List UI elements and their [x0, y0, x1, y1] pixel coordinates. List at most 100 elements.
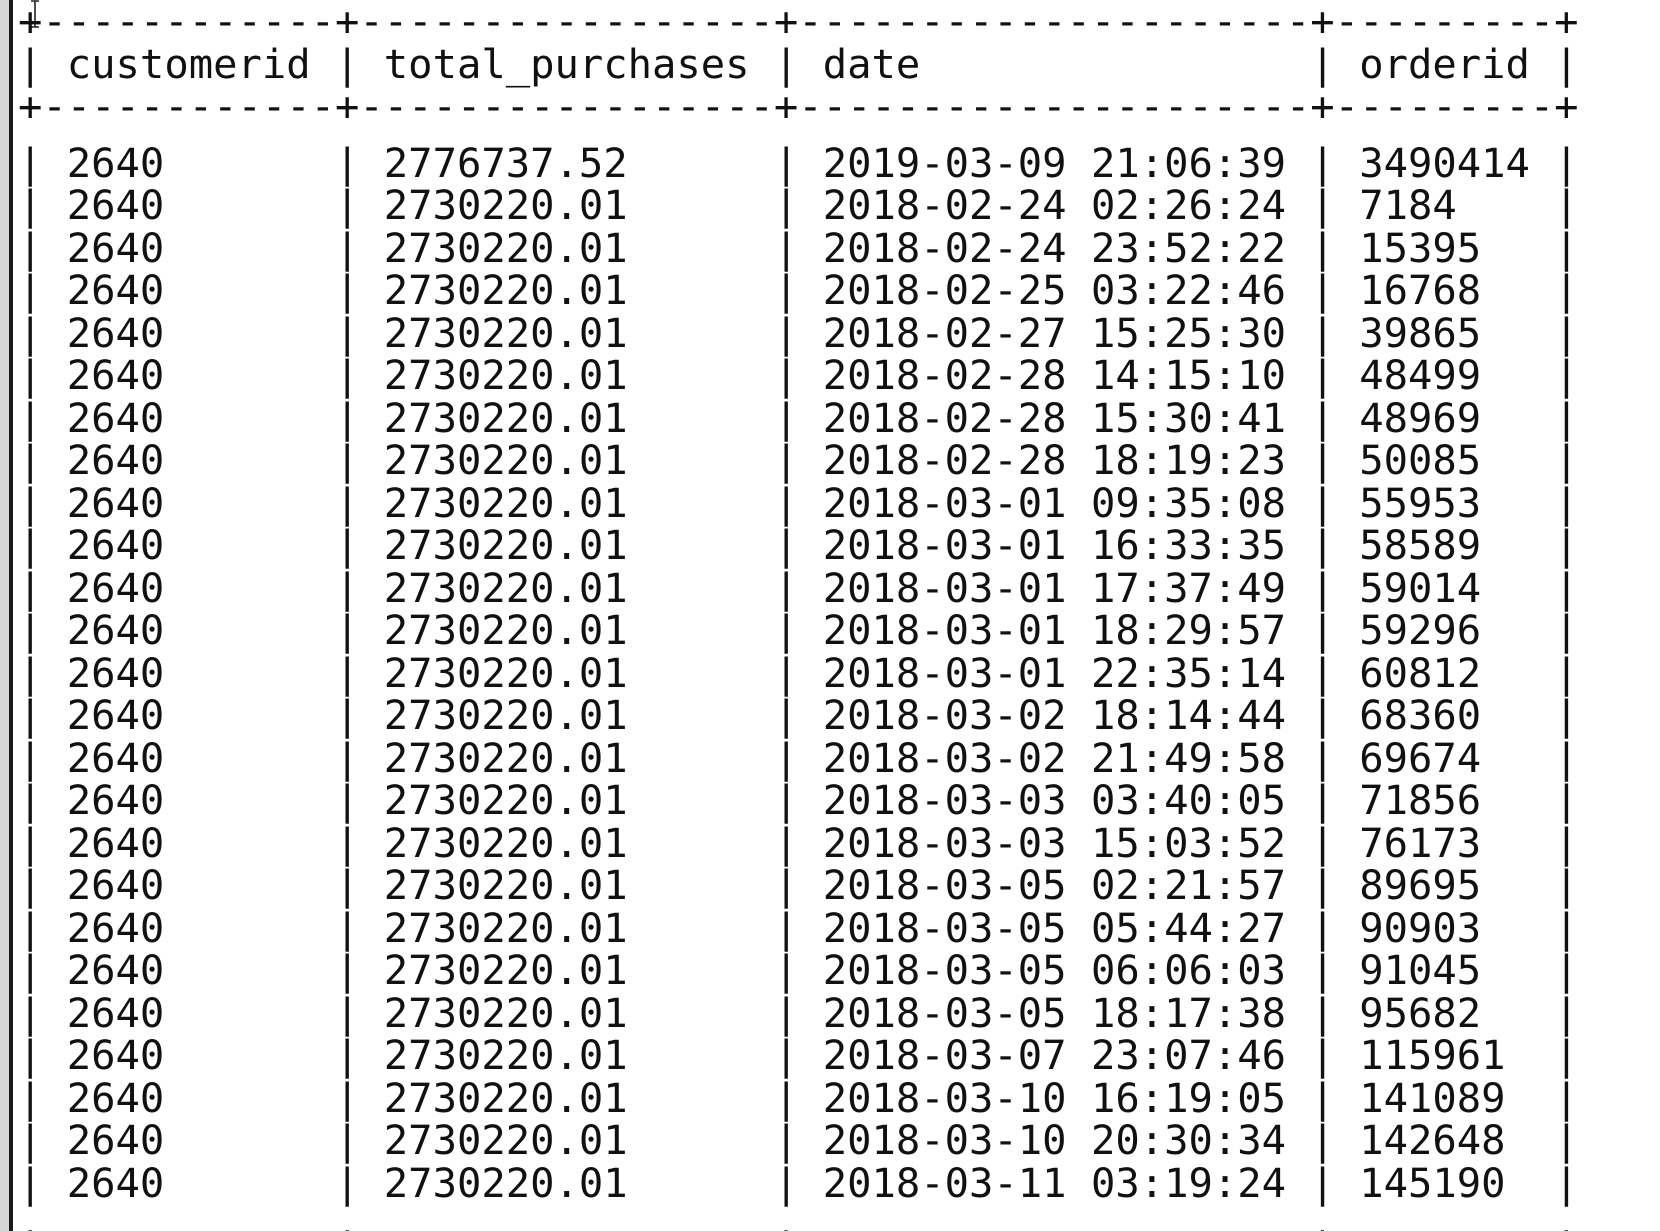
table-row: | 2640 | 2730220.01 | 2018-03-02 21:49:5…	[18, 733, 1579, 782]
cell-total_purchases: 2730220.01	[383, 776, 628, 824]
table-row: | 2640 | 2730220.01 | 2018-03-05 18:17:3…	[18, 988, 1579, 1037]
cell-date: 2018-03-10 16:19:05	[822, 1073, 1287, 1122]
cell-orderid: 89695	[1359, 861, 1482, 909]
cell-orderid: 141089	[1359, 1073, 1506, 1122]
cell-total_purchases: 2776737.52	[383, 138, 628, 187]
cell-orderid: 60812	[1359, 648, 1482, 697]
table-bottom-border: +------------+-----------------+--------…	[18, 1218, 1579, 1231]
cell-customerid: 2640	[66, 818, 165, 867]
cell-total_purchases: 2730220.01	[383, 988, 628, 1037]
cell-date: 2018-03-03 15:03:52	[822, 818, 1287, 867]
cell-date: 2018-03-02 18:14:44	[822, 691, 1287, 739]
cell-orderid: 16768	[1359, 266, 1482, 314]
cell-date: 2018-02-27 15:25:30	[822, 308, 1287, 357]
cell-orderid: 58589	[1359, 521, 1482, 569]
cell-customerid: 2640	[66, 1116, 165, 1164]
cell-customerid: 2640	[66, 903, 165, 952]
cell-orderid: 39865	[1359, 308, 1482, 357]
cell-date: 2019-03-09 21:06:39	[822, 138, 1287, 187]
cell-customerid: 2640	[66, 308, 165, 357]
cell-date: 2018-02-28 15:30:41	[822, 393, 1287, 442]
cell-customerid: 2640	[66, 521, 165, 569]
table-row: | 2640 | 2730220.01 | 2018-02-28 18:19:2…	[18, 436, 1579, 484]
cell-customerid: 2640	[66, 181, 165, 229]
cell-date: 2018-02-28 18:19:23	[822, 436, 1287, 484]
cell-date: 2018-03-01 09:35:08	[822, 478, 1287, 527]
cell-customerid: 2640	[66, 138, 165, 187]
cell-total_purchases: 2730220.01	[383, 1158, 628, 1207]
cell-date: 2018-03-01 22:35:14	[822, 648, 1287, 697]
table-row: | 2640 | 2730220.01 | 2018-02-28 14:15:1…	[18, 351, 1579, 399]
cell-total_purchases: 2730220.01	[383, 308, 628, 357]
query-result-table[interactable]: +------------+-----------------+--------…	[18, 0, 1579, 1231]
cell-customerid: 2640	[66, 776, 165, 824]
cell-date: 2018-03-05 02:21:57	[822, 861, 1287, 909]
cell-date: 2018-03-01 17:37:49	[822, 563, 1287, 612]
cell-customerid: 2640	[66, 861, 165, 909]
table-row: | 2640 | 2730220.01 | 2018-02-27 15:25:3…	[18, 308, 1579, 357]
table-row: | 2640 | 2730220.01 | 2018-03-05 02:21:5…	[18, 861, 1579, 909]
cell-orderid: 59296	[1359, 606, 1482, 654]
cell-total_purchases: 2730220.01	[383, 606, 628, 654]
cell-date: 2018-02-24 02:26:24	[822, 181, 1287, 229]
cell-total_purchases: 2730220.01	[383, 478, 628, 527]
cell-total_purchases: 2730220.01	[383, 1031, 628, 1079]
cell-customerid: 2640	[66, 266, 165, 314]
cell-total_purchases: 2730220.01	[383, 393, 628, 442]
table-row: | 2640 | 2730220.01 | 2018-03-01 17:37:4…	[18, 563, 1579, 612]
cell-customerid: 2640	[66, 436, 165, 484]
cell-customerid: 2640	[66, 351, 165, 399]
table-row: | 2640 | 2776737.52 | 2019-03-09 21:06:3…	[18, 138, 1579, 187]
column-header-orderid: orderid	[1359, 39, 1530, 88]
cell-orderid: 3490414	[1359, 138, 1530, 187]
cell-date: 2018-03-05 05:44:27	[822, 903, 1287, 952]
cell-total_purchases: 2730220.01	[383, 733, 628, 782]
table-row: | 2640 | 2730220.01 | 2018-03-10 20:30:3…	[18, 1116, 1579, 1164]
cell-orderid: 76173	[1359, 818, 1482, 867]
cell-customerid: 2640	[66, 563, 165, 612]
table-row: | 2640 | 2730220.01 | 2018-03-01 16:33:3…	[18, 521, 1579, 569]
cell-date: 2018-03-01 16:33:35	[822, 521, 1287, 569]
cell-total_purchases: 2730220.01	[383, 648, 628, 697]
column-header-total_purchases: total_purchases	[383, 39, 750, 88]
cell-total_purchases: 2730220.01	[383, 351, 628, 399]
cell-customerid: 2640	[66, 478, 165, 527]
cell-date: 2018-02-24 23:52:22	[822, 223, 1287, 272]
table-header-row: | customerid | total_purchases | date | …	[18, 39, 1579, 88]
table-row: | 2640 | 2730220.01 | 2018-03-01 09:35:0…	[18, 478, 1579, 527]
cell-orderid: 142648	[1359, 1116, 1506, 1164]
cell-total_purchases: 2730220.01	[383, 946, 628, 994]
cell-orderid: 48499	[1359, 351, 1482, 399]
cell-total_purchases: 2730220.01	[383, 181, 628, 229]
table-row: | 2640 | 2730220.01 | 2018-03-03 15:03:5…	[18, 818, 1579, 867]
cell-date: 2018-03-05 18:17:38	[822, 988, 1287, 1037]
cell-customerid: 2640	[66, 1073, 165, 1122]
table-row: | 2640 | 2730220.01 | 2018-03-05 05:44:2…	[18, 903, 1579, 952]
cell-date: 2018-03-02 21:49:58	[822, 733, 1287, 782]
cell-date: 2018-03-11 03:19:24	[822, 1158, 1287, 1207]
cell-date: 2018-03-01 18:29:57	[822, 606, 1287, 654]
cell-orderid: 68360	[1359, 691, 1482, 739]
cell-orderid: 145190	[1359, 1158, 1506, 1207]
cell-customerid: 2640	[66, 1031, 165, 1079]
cell-orderid: 15395	[1359, 223, 1482, 272]
cell-orderid: 48969	[1359, 393, 1482, 442]
cell-orderid: 91045	[1359, 946, 1482, 994]
terminal-window: +------------+-----------------+--------…	[0, 0, 1660, 1231]
cell-customerid: 2640	[66, 988, 165, 1037]
table-row: | 2640 | 2730220.01 | 2018-03-03 03:40:0…	[18, 776, 1579, 824]
cell-date: 2018-03-05 06:06:03	[822, 946, 1287, 994]
cell-orderid: 7184	[1359, 181, 1457, 229]
table-header-border: +------------+-----------------+--------…	[18, 82, 1579, 130]
cell-total_purchases: 2730220.01	[383, 563, 628, 612]
cell-orderid: 71856	[1359, 776, 1482, 824]
table-top-border: +------------+-----------------+--------…	[18, 0, 1579, 45]
cell-date: 2018-03-07 23:07:46	[822, 1031, 1287, 1079]
cell-total_purchases: 2730220.01	[383, 1116, 628, 1164]
cell-total_purchases: 2730220.01	[383, 818, 628, 867]
table-row: | 2640 | 2730220.01 | 2018-02-24 23:52:2…	[18, 223, 1579, 272]
table-row: | 2640 | 2730220.01 | 2018-02-24 02:26:2…	[18, 181, 1579, 229]
cell-orderid: 95682	[1359, 988, 1482, 1037]
table-row: | 2640 | 2730220.01 | 2018-03-02 18:14:4…	[18, 691, 1579, 739]
column-header-date: date	[822, 39, 921, 88]
